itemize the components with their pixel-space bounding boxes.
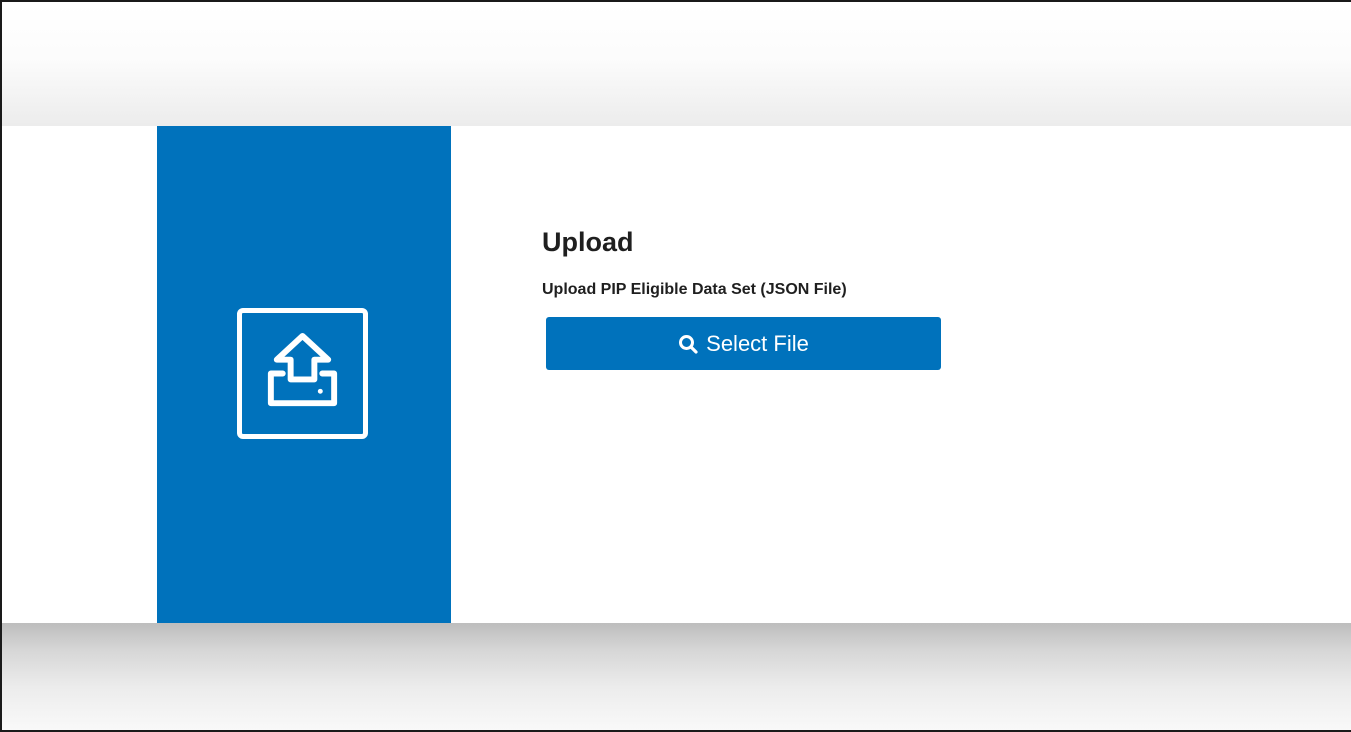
- top-backdrop: [2, 2, 1351, 126]
- upload-content: Upload Upload PIP Eligible Data Set (JSO…: [542, 226, 962, 370]
- upload-card: Upload Upload PIP Eligible Data Set (JSO…: [2, 126, 1351, 623]
- upload-tray-icon: [237, 308, 368, 439]
- upload-side-panel: [157, 126, 451, 623]
- bottom-backdrop: [2, 623, 1351, 730]
- page-frame: Upload Upload PIP Eligible Data Set (JSO…: [0, 0, 1351, 732]
- select-file-label: Select File: [706, 330, 809, 356]
- search-icon: [679, 334, 698, 354]
- upload-subtitle: Upload PIP Eligible Data Set (JSON File): [542, 281, 847, 298]
- page-title: Upload: [542, 227, 634, 257]
- select-file-button[interactable]: Select File: [546, 317, 941, 370]
